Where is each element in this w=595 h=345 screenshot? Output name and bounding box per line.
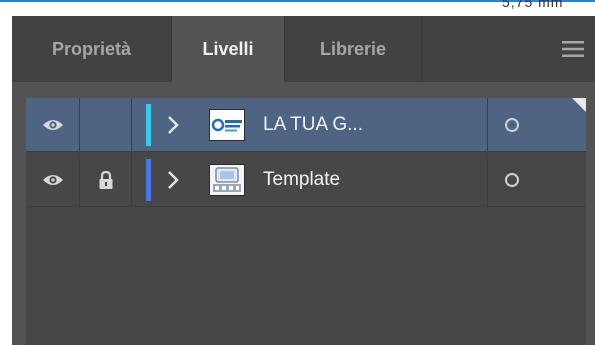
layer-color-bar (146, 104, 151, 146)
layer-row-la-tua-g[interactable]: LA TUA G... (26, 98, 586, 152)
chevron-right-icon[interactable] (166, 114, 180, 136)
row-divider (487, 98, 488, 152)
measurement-readout: 5,75 mm (502, 0, 564, 10)
layer-thumbnail (209, 109, 245, 141)
hamburger-menu-icon[interactable] (562, 40, 584, 58)
panel-tabbar: Proprietà Livelli Librerie (12, 16, 595, 82)
eye-icon (42, 175, 63, 185)
visibility-toggle[interactable] (26, 98, 80, 152)
tab-properties[interactable]: Proprietà (12, 16, 172, 82)
layer-name[interactable]: LA TUA G... (263, 98, 363, 152)
lock-icon (99, 170, 112, 189)
lock-toggle[interactable] (80, 98, 132, 152)
layer-thumbnail (209, 164, 245, 196)
layer-color-bar (146, 159, 151, 201)
tab-libraries[interactable]: Librerie (285, 16, 422, 82)
layer-row-template[interactable]: Template (26, 153, 586, 207)
chevron-right-icon[interactable] (166, 169, 180, 191)
target-circle-icon[interactable] (505, 118, 519, 132)
target-circle-icon[interactable] (505, 173, 519, 187)
tab-layers[interactable]: Livelli (172, 16, 285, 82)
selection-corner-marker (572, 98, 586, 112)
layers-panel: Proprietà Livelli Librerie LA TUA G... T… (12, 16, 595, 345)
visibility-toggle[interactable] (26, 153, 80, 207)
eye-icon (42, 120, 63, 130)
row-divider (487, 153, 488, 207)
layers-list: LA TUA G... Template (26, 98, 586, 345)
layer-name[interactable]: Template (263, 153, 340, 207)
lock-toggle[interactable] (80, 153, 132, 207)
